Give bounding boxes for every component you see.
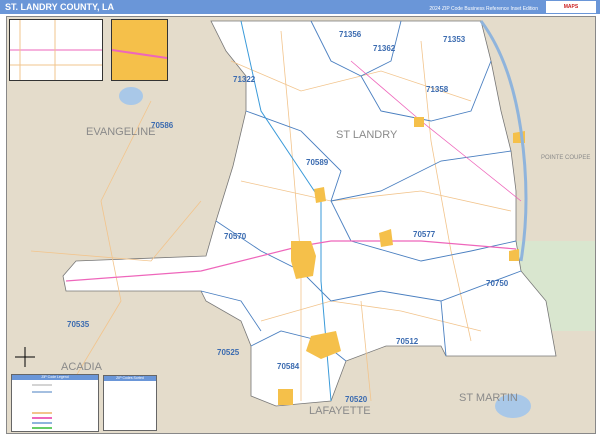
zip-label: 71358 xyxy=(426,85,449,94)
zip-label: 70750 xyxy=(486,279,509,288)
zip-label: 71322 xyxy=(233,75,256,84)
zip-label: 70589 xyxy=(306,158,329,167)
county-label: ST LANDRY xyxy=(336,129,398,141)
edition-label: 2024 ZIP Code Business Reference Inset E… xyxy=(429,6,538,12)
inset-map-2[interactable] xyxy=(111,19,168,81)
map-canvas[interactable]: 71322 71356 71362 71353 71358 70586 7058… xyxy=(6,16,596,434)
zip-label: 71362 xyxy=(373,44,396,53)
logo: MAPS xyxy=(546,1,596,13)
county-label: LAFAYETTE xyxy=(309,405,371,417)
county-label: POINTE COUPEE xyxy=(541,155,590,161)
county-label: ST MARTIN xyxy=(459,392,518,404)
county-label: ACADIA xyxy=(61,361,103,373)
zip-table-title: ZIP Codes Sorted xyxy=(104,376,156,381)
zip-label: 70584 xyxy=(277,362,300,371)
page-title: ST. LANDRY COUNTY, LA xyxy=(5,2,115,12)
inset-map-1[interactable] xyxy=(9,19,103,81)
zip-label: 70577 xyxy=(413,230,436,239)
county-label: EVANGELINE xyxy=(86,126,156,138)
zip-label: 70512 xyxy=(396,337,419,346)
lake xyxy=(119,87,143,105)
zip-label: 71356 xyxy=(339,30,362,39)
header-bar: ST. LANDRY COUNTY, LA 2024 ZIP Code Busi… xyxy=(0,0,600,14)
zip-label: 70520 xyxy=(345,395,368,404)
zip-label: 71353 xyxy=(443,35,466,44)
map-legend: ZIP Code Legend xyxy=(11,374,99,432)
zip-label: 70570 xyxy=(224,232,247,241)
zip-label: 70525 xyxy=(217,348,240,357)
zip-label: 70535 xyxy=(67,320,90,329)
zip-code-table: ZIP Codes Sorted xyxy=(103,375,157,431)
compass-icon xyxy=(15,347,35,367)
